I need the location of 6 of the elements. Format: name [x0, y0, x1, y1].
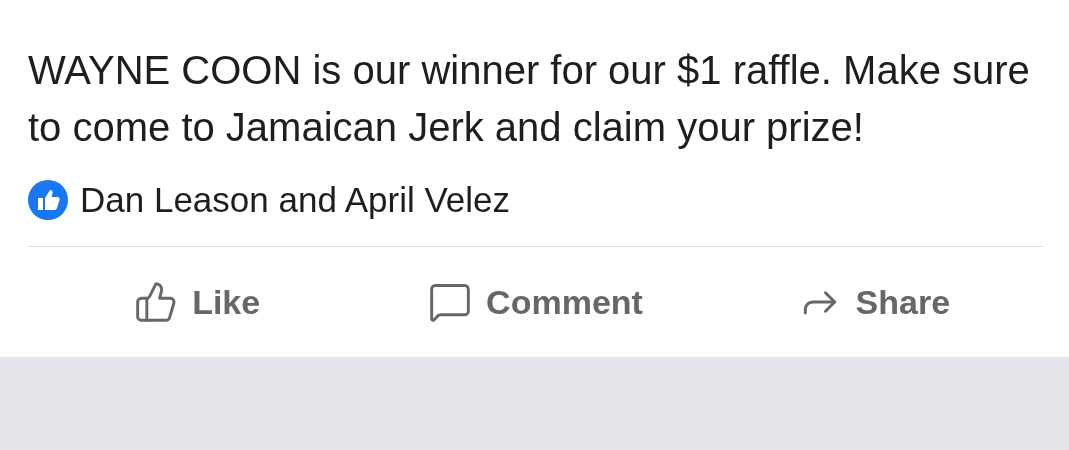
- comment-button[interactable]: Comment: [416, 272, 655, 332]
- reaction-names[interactable]: Dan Leason and April Velez: [80, 180, 511, 220]
- share-button[interactable]: Share: [785, 272, 963, 332]
- like-reaction-icon: [28, 180, 68, 220]
- like-button[interactable]: Like: [122, 272, 273, 332]
- post-text: WAYNE COON is our winner for our $1 raffle. Make sure to come to Jamaican Jerk and claim your prize!: [28, 47, 1031, 151]
